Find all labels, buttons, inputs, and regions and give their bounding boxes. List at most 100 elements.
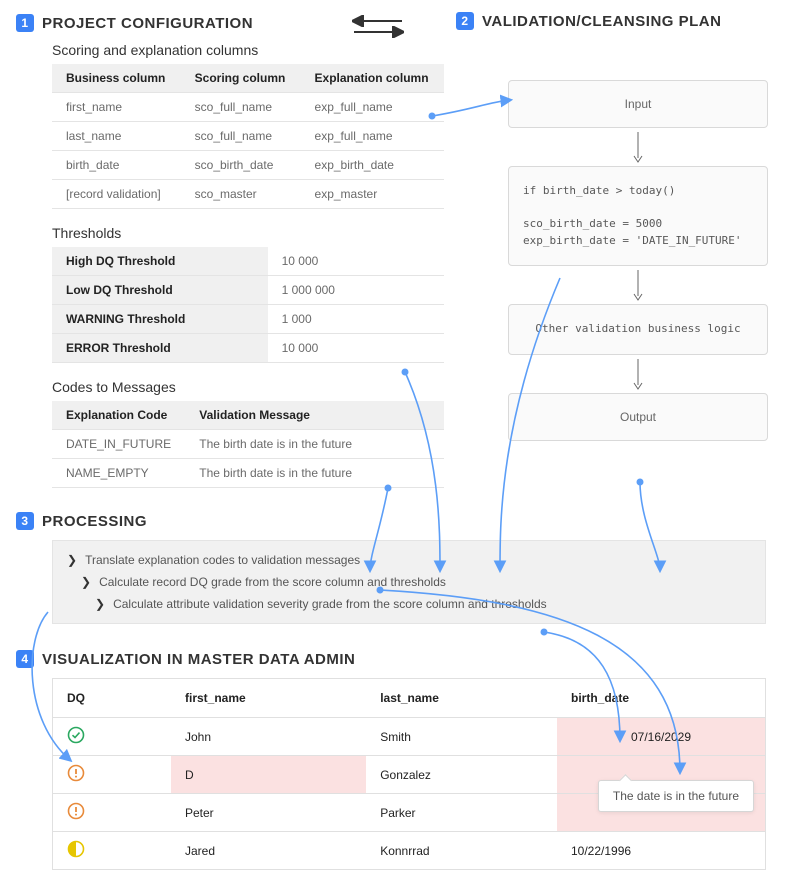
alert-circle-icon	[67, 802, 85, 820]
chevron-right-icon: ❯	[95, 597, 105, 611]
processing-label: Calculate record DQ grade from the score…	[99, 575, 446, 589]
half-circle-icon	[67, 840, 85, 858]
cell: sco_birth_date	[181, 151, 301, 180]
cell: Konnrrad	[366, 832, 557, 870]
check-circle-icon	[67, 726, 85, 744]
cell: The birth date is in the future	[185, 430, 444, 459]
col-header: birth_date	[557, 679, 765, 718]
threshold-value: 1 000	[268, 305, 444, 334]
cell: last_name	[52, 122, 181, 151]
section-2-header: 2 VALIDATION/CLEANSING PLAN	[456, 12, 721, 30]
cell: John	[171, 718, 366, 756]
cell: The birth date is in the future	[185, 459, 444, 488]
processing-item: ❯ Calculate record DQ grade from the scor…	[53, 571, 765, 593]
col-header: Scoring column	[181, 64, 301, 93]
tooltip-text: The date is in the future	[613, 789, 739, 803]
cell: exp_master	[301, 180, 444, 209]
threshold-value: 10 000	[268, 334, 444, 363]
flow-logic-box: Other validation business logic	[508, 304, 768, 355]
flow-label: Output	[620, 410, 656, 424]
section-4-badge: 4	[16, 650, 34, 668]
table-row: WARNING Threshold1 000	[52, 305, 444, 334]
threshold-label: ERROR Threshold	[52, 334, 268, 363]
flow-arrow-down-icon	[508, 128, 768, 166]
processing-item: ❯Calculate attribute validation severity…	[53, 593, 765, 615]
col-header: first_name	[171, 679, 366, 718]
table-header-row: DQ first_name last_name birth_date	[53, 679, 765, 718]
viz-table: DQ first_name last_name birth_date John …	[53, 679, 765, 869]
cell: exp_birth_date	[301, 151, 444, 180]
flow-arrow-down-icon	[508, 355, 768, 393]
code-line: exp_birth_date = 'DATE_IN_FUTURE'	[523, 234, 742, 247]
cell-error: 07/16/2029	[557, 718, 765, 756]
cell: Jared	[171, 832, 366, 870]
cell: exp_full_name	[301, 93, 444, 122]
processing-label: Translate explanation codes to validatio…	[85, 553, 360, 567]
swap-arrows-icon	[348, 14, 408, 40]
cell: Gonzalez	[366, 756, 557, 794]
table-row: first_namesco_full_nameexp_full_name	[52, 93, 444, 122]
cell: first_name	[52, 93, 181, 122]
thresholds-table: High DQ Threshold10 000 Low DQ Threshold…	[52, 247, 444, 363]
viz-table-wrap: DQ first_name last_name birth_date John …	[52, 678, 766, 870]
threshold-value: 1 000 000	[268, 276, 444, 305]
table-row: DATE_IN_FUTUREThe birth date is in the f…	[52, 430, 444, 459]
section-3-header: 3 PROCESSING	[16, 512, 772, 530]
cell: exp_full_name	[301, 122, 444, 151]
cell: Smith	[366, 718, 557, 756]
cell: sco_full_name	[181, 93, 301, 122]
table-row: John Smith 07/16/2029	[53, 718, 765, 756]
chevron-right-icon: ❯	[81, 575, 91, 589]
section-1-title: PROJECT CONFIGURATION	[42, 15, 253, 32]
cell: birth_date	[52, 151, 181, 180]
codes-table: Explanation Code Validation Message DATE…	[52, 401, 444, 488]
table-row: [record validation]sco_masterexp_master	[52, 180, 444, 209]
section-2-badge: 2	[456, 12, 474, 30]
chevron-right-icon: ❯	[67, 553, 77, 567]
flow-label: Other validation business logic	[523, 321, 753, 338]
processing-item: ❯ Translate explanation codes to validati…	[53, 549, 765, 571]
cell: sco_full_name	[181, 122, 301, 151]
col-header: Validation Message	[185, 401, 444, 430]
code-line: sco_birth_date = 5000	[523, 217, 662, 230]
dq-cell	[53, 794, 171, 832]
table-row: birth_datesco_birth_dateexp_birth_date	[52, 151, 444, 180]
cell: sco_master	[181, 180, 301, 209]
dq-cell	[53, 756, 171, 794]
scoring-subtitle: Scoring and explanation columns	[52, 42, 772, 58]
threshold-label: High DQ Threshold	[52, 247, 268, 276]
threshold-value: 10 000	[268, 247, 444, 276]
flow-label: Input	[625, 97, 652, 111]
cell-error: D	[171, 756, 366, 794]
col-header: Explanation Code	[52, 401, 185, 430]
cell: 10/22/1996	[557, 832, 765, 870]
col-header: DQ	[53, 679, 171, 718]
dq-cell	[53, 718, 171, 756]
col-header: last_name	[366, 679, 557, 718]
flow-diagram: Input if birth_date > today() sco_birth_…	[508, 80, 768, 441]
alert-circle-icon	[67, 764, 85, 782]
cell: [record validation]	[52, 180, 181, 209]
tooltip: The date is in the future	[598, 780, 754, 812]
flow-input-box: Input	[508, 80, 768, 128]
section-4-header: 4 VISUALIZATION IN MASTER DATA ADMIN	[16, 650, 772, 668]
col-header: Business column	[52, 64, 181, 93]
code-line: if birth_date > today()	[523, 184, 675, 197]
table-row: ERROR Threshold10 000	[52, 334, 444, 363]
section-2-title: VALIDATION/CLEANSING PLAN	[482, 13, 721, 30]
flow-code-box: if birth_date > today() sco_birth_date =…	[508, 166, 768, 266]
cell: NAME_EMPTY	[52, 459, 185, 488]
table-row: Jared Konnrrad 10/22/1996	[53, 832, 765, 870]
threshold-label: WARNING Threshold	[52, 305, 268, 334]
table-row: NAME_EMPTYThe birth date is in the futur…	[52, 459, 444, 488]
section-3-badge: 3	[16, 512, 34, 530]
col-header: Explanation column	[301, 64, 444, 93]
cell: DATE_IN_FUTURE	[52, 430, 185, 459]
table-row: Low DQ Threshold1 000 000	[52, 276, 444, 305]
scoring-table: Business column Scoring column Explanati…	[52, 64, 444, 209]
dq-cell	[53, 832, 171, 870]
cell: Parker	[366, 794, 557, 832]
section-4-title: VISUALIZATION IN MASTER DATA ADMIN	[42, 651, 355, 668]
cell: Peter	[171, 794, 366, 832]
flow-arrow-down-icon	[508, 266, 768, 304]
